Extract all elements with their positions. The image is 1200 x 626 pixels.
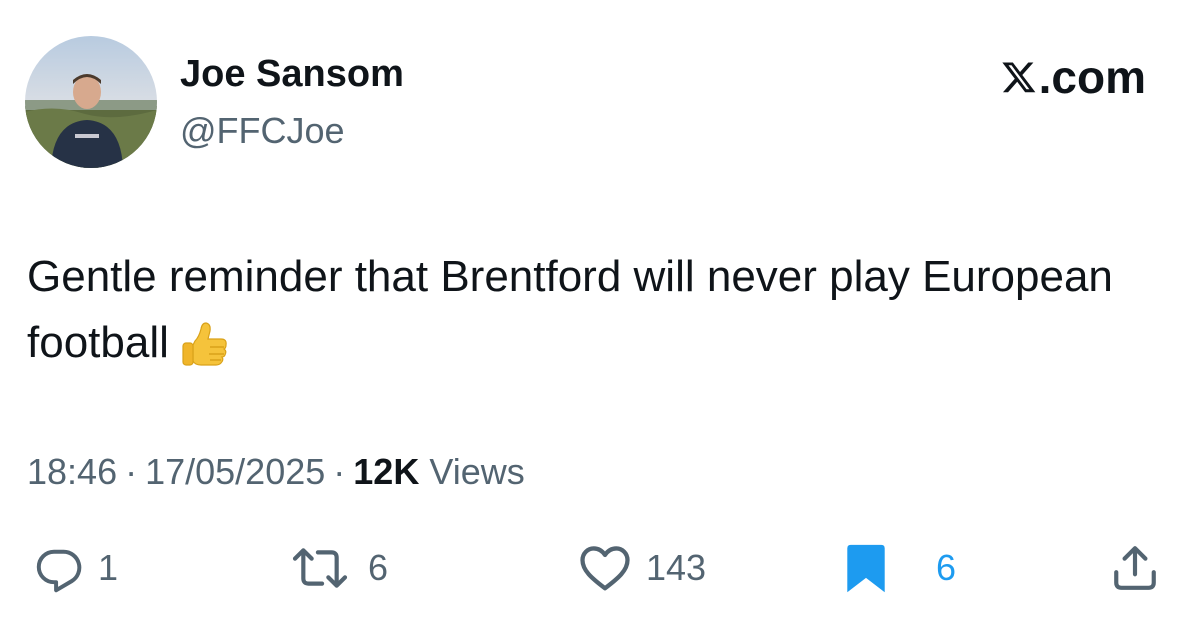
- views-count: 12K: [353, 451, 420, 492]
- site-label: .com: [1038, 51, 1146, 103]
- like-count: 143: [646, 547, 707, 588]
- meta-separator: ·: [125, 451, 138, 492]
- x-logo-icon: [1001, 62, 1035, 93]
- reply-count: 1: [98, 547, 119, 588]
- profile-photo: [25, 36, 157, 168]
- bookmark-button[interactable]: 6: [844, 538, 956, 598]
- tweet-text: Gentle reminder that Brentford will neve…: [27, 244, 1127, 376]
- meta-separator: ·: [333, 451, 346, 492]
- heart-icon: [580, 546, 630, 591]
- tweet-time[interactable]: 18:46: [27, 451, 117, 492]
- repost-count: 6: [368, 547, 389, 588]
- action-bar: 1 6 143 6: [0, 538, 1200, 598]
- share-icon: [1114, 546, 1156, 590]
- reply-icon: [36, 549, 82, 593]
- reply-button[interactable]: 1: [34, 538, 118, 598]
- avatar[interactable]: [25, 36, 157, 168]
- site-brand: .com: [1001, 52, 1146, 102]
- tweet-date[interactable]: 17/05/2025: [145, 451, 325, 492]
- thumbs-up-emoji: [177, 317, 231, 371]
- share-button[interactable]: [1110, 538, 1160, 598]
- author-handle[interactable]: @FFCJoe: [180, 110, 345, 152]
- bookmark-filled-icon: [847, 544, 885, 593]
- like-button[interactable]: 143: [578, 538, 706, 598]
- repost-button[interactable]: 6: [286, 538, 388, 598]
- bookmark-count: 6: [936, 547, 957, 588]
- repost-icon: [292, 548, 348, 588]
- views-label: Views: [429, 451, 525, 492]
- tweet-meta: 18:46 · 17/05/2025 · 12K Views: [27, 450, 525, 494]
- author-name[interactable]: Joe Sansom: [180, 52, 404, 96]
